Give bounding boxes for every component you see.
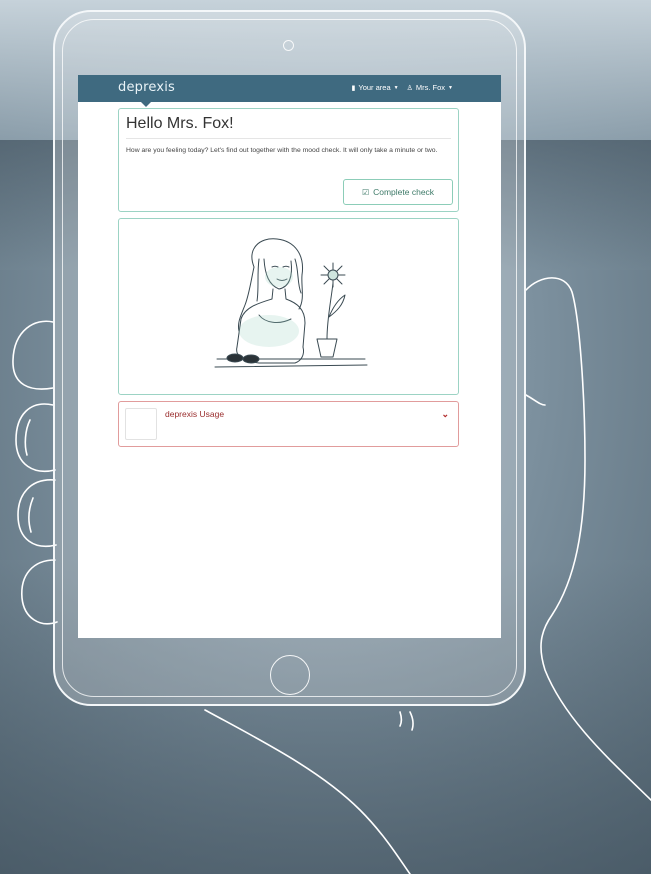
your-area-label: Your area [358,83,391,92]
camera-icon [283,40,294,51]
chevron-down-icon[interactable]: ⌄ [441,409,449,420]
hello-text: How are you feeling today? Let's find ou… [126,147,438,154]
usage-card[interactable]: deprexis Usage ⌄ [118,401,459,447]
your-area-menu[interactable]: ▮ Your area ▼ [352,83,399,92]
brand-pointer [141,102,151,107]
user-label: Mrs. Fox [415,83,446,92]
woman-with-flower-illustration [214,238,368,368]
usage-thumbnail [125,408,157,440]
illustration-card [118,218,459,395]
navbar: deprexis ▮ Your area ▼ ♙ Mrs. Fox ▼ [78,75,501,102]
check-square-icon: ☑ [361,187,370,197]
usage-label: deprexis Usage [165,409,225,419]
user-menu[interactable]: ♙ Mrs. Fox ▼ [407,83,453,92]
home-button[interactable] [270,655,310,695]
complete-check-label: Complete check [373,187,435,197]
app-screen: deprexis ▮ Your area ▼ ♙ Mrs. Fox ▼ Hell… [78,75,501,638]
speech-bubble-icon: ▮ [351,84,356,92]
hello-title: Hello Mrs. Fox! [126,115,234,132]
hello-card: Hello Mrs. Fox! How are you feeling toda… [118,108,459,212]
user-icon: ♙ [406,84,413,92]
caret-down-icon: ▼ [393,84,399,91]
divider [126,138,451,139]
navbar-menu: ▮ Your area ▼ ♙ Mrs. Fox ▼ [352,83,453,92]
caret-down-icon: ▼ [448,84,453,91]
complete-check-button[interactable]: ☑ Complete check [343,179,453,205]
brand-logo[interactable]: deprexis [118,80,175,95]
